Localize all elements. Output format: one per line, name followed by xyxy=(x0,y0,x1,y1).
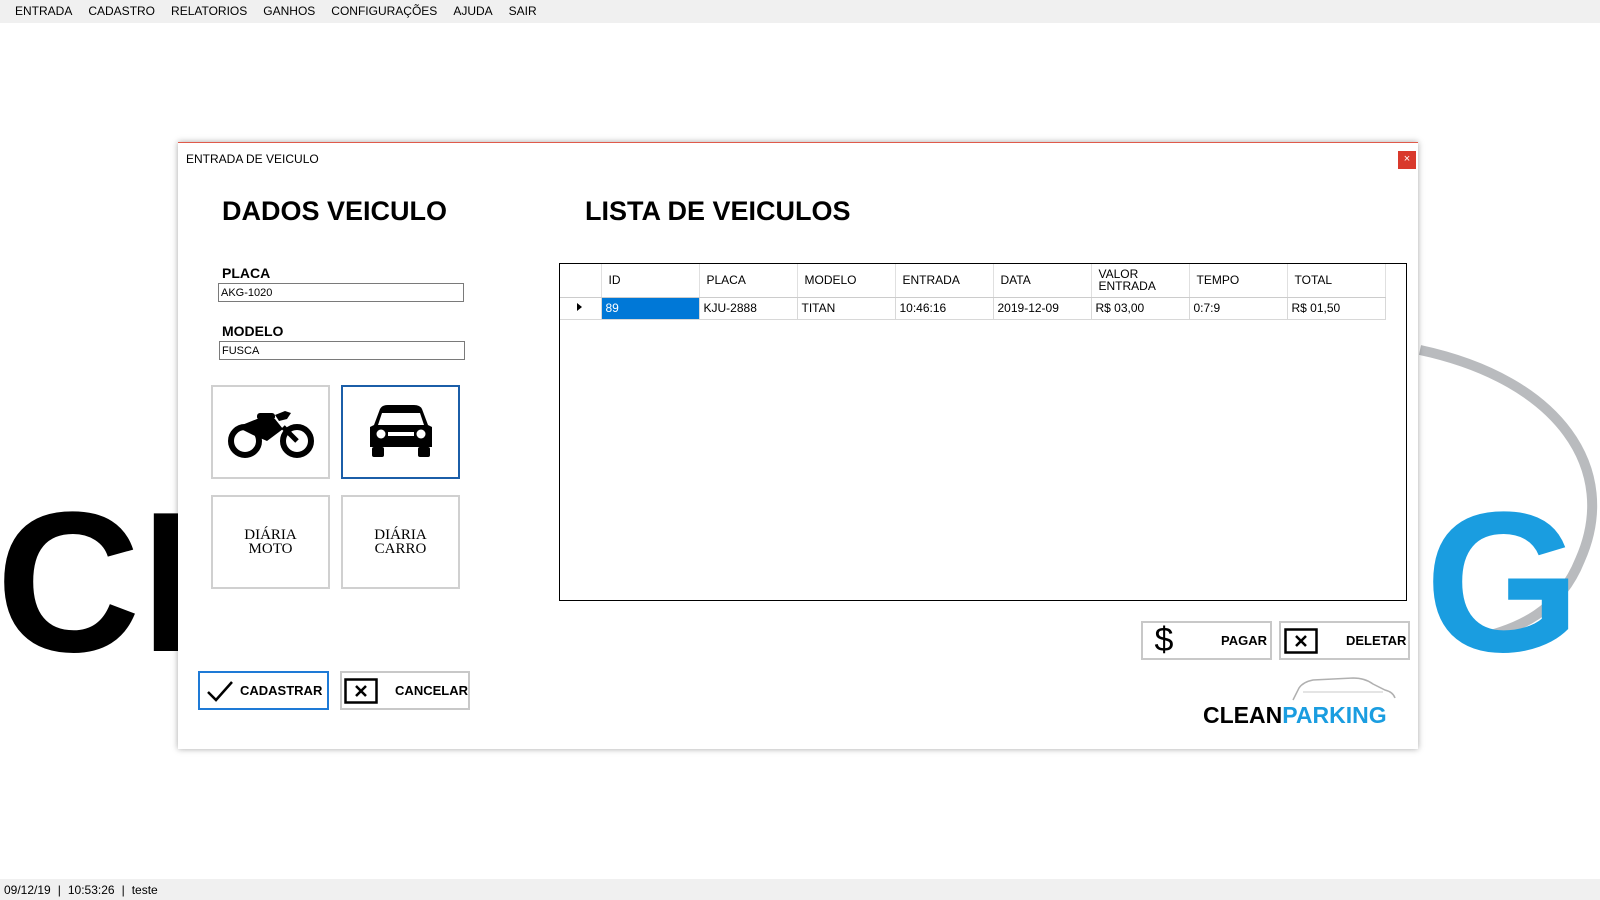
cell-tempo[interactable]: 0:7:9 xyxy=(1189,297,1288,320)
cell-valor-entrada[interactable]: R$ 03,00 xyxy=(1091,297,1190,320)
status-date: 09/12/19 xyxy=(4,882,51,897)
menu-entrada[interactable]: ENTRADA xyxy=(7,0,80,23)
car-icon xyxy=(369,405,432,457)
menu-cadastro[interactable]: CADASTRO xyxy=(80,0,163,23)
lista-veiculos-heading: LISTA DE VEICULOS xyxy=(585,196,851,226)
vehicle-table: ID PLACA MODELO ENTRADA DATA VALOR ENTRA… xyxy=(560,264,1386,320)
column-header-modelo[interactable]: MODELO xyxy=(797,264,896,298)
column-header-valor-entrada[interactable]: VALOR ENTRADA xyxy=(1091,264,1190,298)
cell-id[interactable]: 89 xyxy=(601,297,700,320)
diaria-moto-line1: DIÁRIA xyxy=(244,527,297,543)
close-box-icon xyxy=(342,677,380,704)
column-header-id[interactable]: ID xyxy=(601,264,700,298)
cadastrar-label: CADASTRAR xyxy=(240,683,323,698)
dados-veiculo-heading: DADOS VEICULO xyxy=(222,196,448,226)
vehicle-list-grid[interactable]: ID PLACA MODELO ENTRADA DATA VALOR ENTRA… xyxy=(559,263,1407,601)
column-header-placa[interactable]: PLACA xyxy=(699,264,798,298)
cadastrar-button[interactable]: CADASTRAR xyxy=(198,671,329,710)
table-header-row: ID PLACA MODELO ENTRADA DATA VALOR ENTRA… xyxy=(560,264,1386,298)
status-separator: | xyxy=(57,882,61,897)
placa-label: PLACA xyxy=(222,265,271,281)
diaria-moto-label: DIÁRIA MOTO xyxy=(244,527,297,557)
menu-bar: ENTRADA CADASTRO RELATORIOS GANHOS CONFI… xyxy=(0,0,1600,23)
cancelar-label: CANCELAR xyxy=(395,683,468,698)
cleanparking-logo: CLEANPARKING xyxy=(1203,668,1398,728)
diaria-carro-line2: CARRO xyxy=(374,541,427,557)
pagar-label: PAGAR xyxy=(1221,633,1267,648)
moto-button[interactable] xyxy=(211,385,330,479)
logo-parking: PARKING xyxy=(1282,702,1387,728)
diaria-carro-label: DIÁRIA CARRO xyxy=(374,527,427,557)
status-time: 10:53:26 xyxy=(67,882,115,897)
cell-data[interactable]: 2019-12-09 xyxy=(993,297,1092,320)
diaria-moto-button[interactable]: DIÁRIA MOTO xyxy=(211,495,330,589)
placa-input[interactable] xyxy=(218,283,464,302)
background-logo-right: G xyxy=(1425,471,1581,694)
close-button[interactable]: × xyxy=(1398,151,1416,169)
delete-box-icon xyxy=(1281,627,1321,654)
dialog-title: ENTRADA DE VEICULO xyxy=(186,152,319,166)
check-icon xyxy=(200,679,240,703)
column-header-entrada[interactable]: ENTRADA xyxy=(895,264,994,298)
cell-modelo[interactable]: TITAN xyxy=(797,297,896,320)
deletar-label: DELETAR xyxy=(1346,633,1407,648)
cell-entrada[interactable]: 10:46:16 xyxy=(895,297,994,320)
modelo-input[interactable] xyxy=(219,341,465,360)
logo-clean: CLEAN xyxy=(1203,702,1283,728)
row-selector-icon[interactable] xyxy=(560,297,602,320)
table-row[interactable]: 89 KJU-2888 TITAN 10:46:16 2019-12-09 R$… xyxy=(560,297,1386,320)
car-outline-icon xyxy=(1292,677,1396,701)
motorcycle-icon xyxy=(227,411,314,458)
entrada-veiculo-dialog: ENTRADA DE VEICULO × DADOS VEICULO LISTA… xyxy=(178,142,1418,749)
column-header-data[interactable]: DATA xyxy=(993,264,1092,298)
cleanparking-text: CLEANPARKING xyxy=(1203,702,1387,729)
diaria-carro-button[interactable]: DIÁRIA CARRO xyxy=(341,495,460,589)
modelo-label: MODELO xyxy=(222,323,284,339)
row-header-corner xyxy=(560,264,602,298)
column-header-total[interactable]: TOTAL xyxy=(1287,264,1386,298)
pagar-button[interactable]: $ PAGAR xyxy=(1141,621,1272,660)
diaria-carro-line1: DIÁRIA xyxy=(374,527,427,543)
cell-placa[interactable]: KJU-2888 xyxy=(699,297,798,320)
diaria-moto-line2: MOTO xyxy=(248,541,293,557)
menu-ajuda[interactable]: AJUDA xyxy=(445,0,500,23)
status-separator: | xyxy=(121,882,125,897)
status-user: teste xyxy=(131,882,158,897)
deletar-button[interactable]: DELETAR xyxy=(1279,621,1410,660)
menu-sair[interactable]: SAIR xyxy=(501,0,545,23)
carro-button[interactable] xyxy=(341,385,460,479)
cell-total[interactable]: R$ 01,50 xyxy=(1287,297,1386,320)
menu-configuracoes[interactable]: CONFIGURAÇÕES xyxy=(323,0,445,23)
status-bar: 09/12/19 | 10:53:26 | teste xyxy=(0,879,1600,900)
dollar-icon: $ xyxy=(1154,621,1174,659)
cancelar-button[interactable]: CANCELAR xyxy=(340,671,470,710)
menu-ganhos[interactable]: GANHOS xyxy=(255,0,323,23)
column-header-tempo[interactable]: TEMPO xyxy=(1189,264,1288,298)
menu-relatorios[interactable]: RELATORIOS xyxy=(163,0,255,23)
